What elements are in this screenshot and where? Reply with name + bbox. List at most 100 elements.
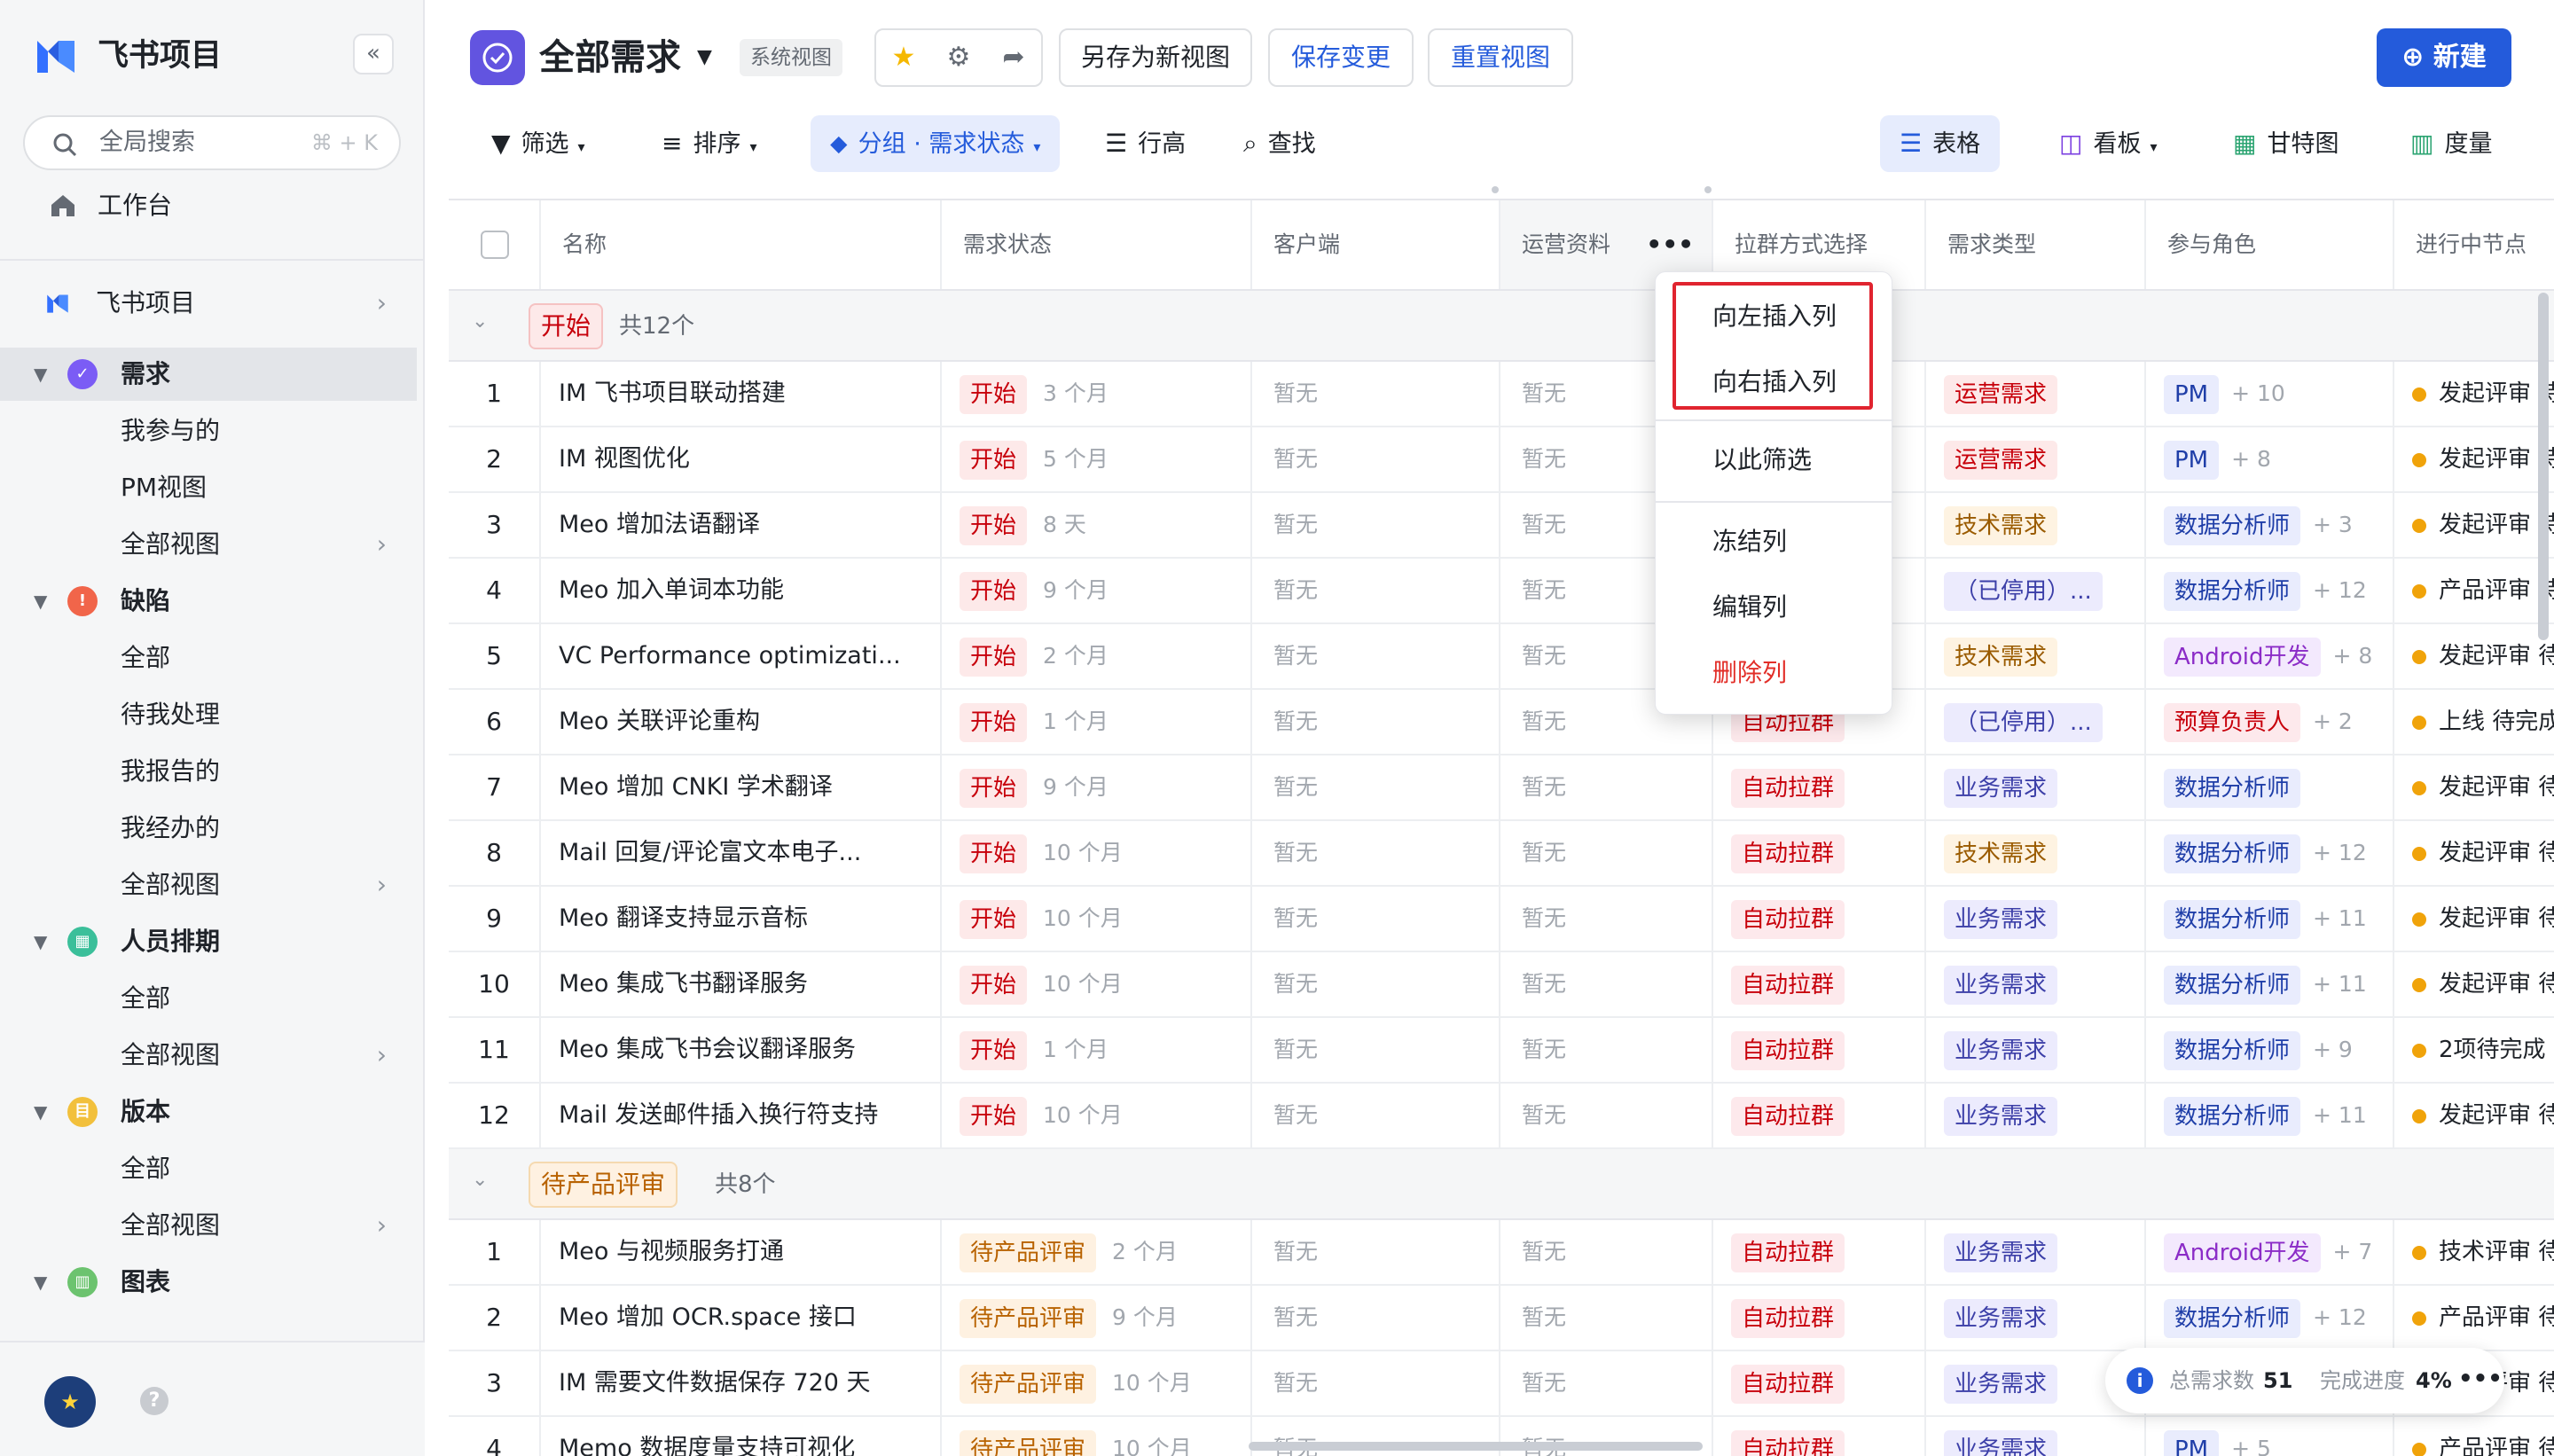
horizontal-scrollbar[interactable] <box>1249 1442 1703 1451</box>
view-tab-gantt[interactable]: ▦ 甘特图 <box>2213 115 2358 172</box>
sort-button[interactable]: ≡ 排序 ▾ <box>662 115 757 172</box>
sidebar-item-project[interactable]: 飞书项目 › <box>0 277 417 330</box>
sidebar-sub-item[interactable]: 全部 <box>0 972 417 1025</box>
group-method-cell[interactable]: 自动拉群 <box>1713 755 1926 819</box>
active-node-cell[interactable]: 发起评审 待 <box>2394 624 2554 688</box>
table-row[interactable]: 9 Meo 翻译支持显示音标 开始 10 个月 暂无 暂无 自动拉群 业务需求 数据分析师 + 1… <box>449 887 2554 952</box>
select-all-checkbox-cell[interactable] <box>449 200 541 289</box>
table-row[interactable]: 3 Meo 增加法语翻译 开始 8 天 暂无 暂无 技术需求 数据分析师 + 3 发起评审 待 <box>449 493 2554 559</box>
roles-cell[interactable]: PM + 8 <box>2146 427 2394 491</box>
client-cell[interactable]: 暂无 <box>1252 362 1500 426</box>
ops-material-cell[interactable]: 暂无 <box>1500 1018 1713 1082</box>
status-cell[interactable]: 待产品评审 10 个月 <box>942 1417 1252 1456</box>
req-type-cell[interactable]: 技术需求 <box>1926 821 2146 885</box>
active-node-cell[interactable]: 发起评审 待 <box>2394 821 2554 885</box>
gear-icon[interactable]: ⚙ <box>931 30 986 85</box>
active-node-cell[interactable]: 发起评审 待 <box>2394 1084 2554 1147</box>
roles-cell[interactable]: 数据分析师 + 11 <box>2146 887 2394 951</box>
req-type-cell[interactable]: 业务需求 <box>1926 755 2146 819</box>
client-cell[interactable]: 暂无 <box>1252 1220 1500 1284</box>
view-tab-metrics[interactable]: ▥ 度量 <box>2391 115 2511 172</box>
client-cell[interactable]: 暂无 <box>1252 1084 1500 1147</box>
client-cell[interactable]: 暂无 <box>1252 559 1500 622</box>
more-options-icon[interactable]: ••• <box>2458 1348 2503 1410</box>
roles-cell[interactable]: 数据分析师 + 9 <box>2146 1018 2394 1082</box>
requirement-name[interactable]: Meo 与视频服务打通 <box>541 1220 942 1284</box>
client-cell[interactable]: 暂无 <box>1252 1018 1500 1082</box>
sidebar-section-0[interactable]: ▼ ✓ 需求 <box>0 348 417 401</box>
menu-item-edit-column[interactable]: 编辑列 <box>1712 581 1787 634</box>
requirement-name[interactable]: Meo 集成飞书翻译服务 <box>541 952 942 1016</box>
status-cell[interactable]: 开始 3 个月 <box>942 362 1252 426</box>
table-row[interactable]: 7 Meo 增加 CNKI 学术翻译 开始 9 个月 暂无 暂无 自动拉群 业务需求 数据分析师… <box>449 755 2554 821</box>
sidebar-sub-item[interactable]: 全部 <box>0 631 417 685</box>
group-method-cell[interactable]: 自动拉群 <box>1713 1417 1926 1456</box>
share-arrow-icon[interactable]: ➦ <box>986 30 1041 85</box>
status-cell[interactable]: 开始 8 天 <box>942 493 1252 557</box>
sidebar-sub-item[interactable]: 全部视图 › <box>0 1199 417 1252</box>
ops-material-cell[interactable]: 暂无 <box>1500 887 1713 951</box>
client-cell[interactable]: 暂无 <box>1252 887 1500 951</box>
sidebar-section-2[interactable]: ▼ ▦ 人员排期 <box>0 915 417 968</box>
requirement-name[interactable]: Mail 发送邮件插入换行符支持 <box>541 1084 942 1147</box>
column-header-roles[interactable]: 参与角色 <box>2146 200 2394 289</box>
status-cell[interactable]: 待产品评审 2 个月 <box>942 1220 1252 1284</box>
collapse-group-icon[interactable]: ⌄ <box>472 1169 488 1191</box>
column-header-active-node[interactable]: 进行中节点 <box>2394 200 2554 289</box>
group-method-cell[interactable]: 自动拉群 <box>1713 1018 1926 1082</box>
req-type-cell[interactable]: 业务需求 <box>1926 1220 2146 1284</box>
sidebar-sub-item[interactable]: 全部视图 › <box>0 518 417 571</box>
active-node-cell[interactable]: 发起评审 待 <box>2394 493 2554 557</box>
sidebar-sub-item[interactable]: 全部视图 › <box>0 858 417 912</box>
client-cell[interactable]: 暂无 <box>1252 1286 1500 1350</box>
client-cell[interactable]: 暂无 <box>1252 952 1500 1016</box>
roles-cell[interactable]: 数据分析师 + 12 <box>2146 1286 2394 1350</box>
group-method-cell[interactable]: 自动拉群 <box>1713 887 1926 951</box>
roles-cell[interactable]: PM + 5 <box>2146 1417 2394 1456</box>
status-cell[interactable]: 开始 9 个月 <box>942 559 1252 622</box>
client-cell[interactable]: 暂无 <box>1252 821 1500 885</box>
column-header-client[interactable]: 客户端 <box>1252 200 1500 289</box>
user-avatar[interactable]: ★ <box>44 1376 96 1428</box>
view-switch-caret-icon[interactable]: ▼ <box>697 46 712 68</box>
vertical-scrollbar[interactable] <box>2538 293 2549 640</box>
active-node-cell[interactable]: 上线 待完成 <box>2394 690 2554 754</box>
column-header-req-type[interactable]: 需求类型 <box>1926 200 2146 289</box>
table-row[interactable]: 10 Meo 集成飞书翻译服务 开始 10 个月 暂无 暂无 自动拉群 业务需求 数据分析师 + … <box>449 952 2554 1018</box>
sidebar-sub-item[interactable]: 我参与的 <box>0 404 417 458</box>
sidebar-sub-item[interactable]: 全部视图 › <box>0 1029 417 1082</box>
requirement-name[interactable]: Meo 增加 CNKI 学术翻译 <box>541 755 942 819</box>
client-cell[interactable]: 暂无 <box>1252 427 1500 491</box>
req-type-cell[interactable]: 运营需求 <box>1926 362 2146 426</box>
table-row[interactable]: 5 VC Performance optimizati... 开始 2 个月 暂无 暂无 技… <box>449 624 2554 690</box>
status-cell[interactable]: 待产品评审 9 个月 <box>942 1286 1252 1350</box>
req-type-cell[interactable]: （已停用）... <box>1926 559 2146 622</box>
requirement-name[interactable]: Meo 增加 OCR.space 接口 <box>541 1286 942 1350</box>
requirement-name[interactable]: Memo 数据度量支持可视化 <box>541 1417 942 1456</box>
new-button[interactable]: ⊕ 新建 <box>2377 28 2511 87</box>
menu-item-delete-column[interactable]: 删除列 <box>1712 646 1787 700</box>
ops-material-cell[interactable]: 暂无 <box>1500 1084 1713 1147</box>
table-row[interactable]: 12 Mail 发送邮件插入换行符支持 开始 10 个月 暂无 暂无 自动拉群 业务需求 数据分… <box>449 1084 2554 1149</box>
active-node-cell[interactable]: 产品评审 待 <box>2394 1417 2554 1456</box>
req-type-cell[interactable]: 技术需求 <box>1926 624 2146 688</box>
req-type-cell[interactable]: 业务需求 <box>1926 1417 2146 1456</box>
table-row[interactable]: 1 IM 飞书项目联动搭建 开始 3 个月 暂无 暂无 运营需求 PM + 10 发起评审 待 <box>449 362 2554 427</box>
roles-cell[interactable]: PM + 10 <box>2146 362 2394 426</box>
table-row[interactable]: 4 Meo 加入单词本功能 开始 9 个月 暂无 暂无 （已停用）... 数据分析师 + 12 产… <box>449 559 2554 624</box>
group-header[interactable]: ⌄ 待产品评审 共8个 <box>449 1149 2554 1220</box>
req-type-cell[interactable]: 技术需求 <box>1926 493 2146 557</box>
requirement-name[interactable]: Meo 增加法语翻译 <box>541 493 942 557</box>
requirement-name[interactable]: IM 需要文件数据保存 720 天 <box>541 1351 942 1415</box>
status-cell[interactable]: 待产品评审 10 个月 <box>942 1351 1252 1415</box>
sidebar-sub-item[interactable]: 我报告的 <box>0 745 417 798</box>
ops-material-cell[interactable]: 暂无 <box>1500 1220 1713 1284</box>
req-type-cell[interactable]: 业务需求 <box>1926 952 2146 1016</box>
client-cell[interactable]: 暂无 <box>1252 1351 1500 1415</box>
roles-cell[interactable]: 数据分析师 + 11 <box>2146 952 2394 1016</box>
roles-cell[interactable]: 预算负责人 + 2 <box>2146 690 2394 754</box>
star-icon[interactable]: ★ <box>876 30 931 85</box>
req-type-cell[interactable]: 业务需求 <box>1926 1084 2146 1147</box>
group-method-cell[interactable]: 自动拉群 <box>1713 1351 1926 1415</box>
status-cell[interactable]: 开始 9 个月 <box>942 755 1252 819</box>
